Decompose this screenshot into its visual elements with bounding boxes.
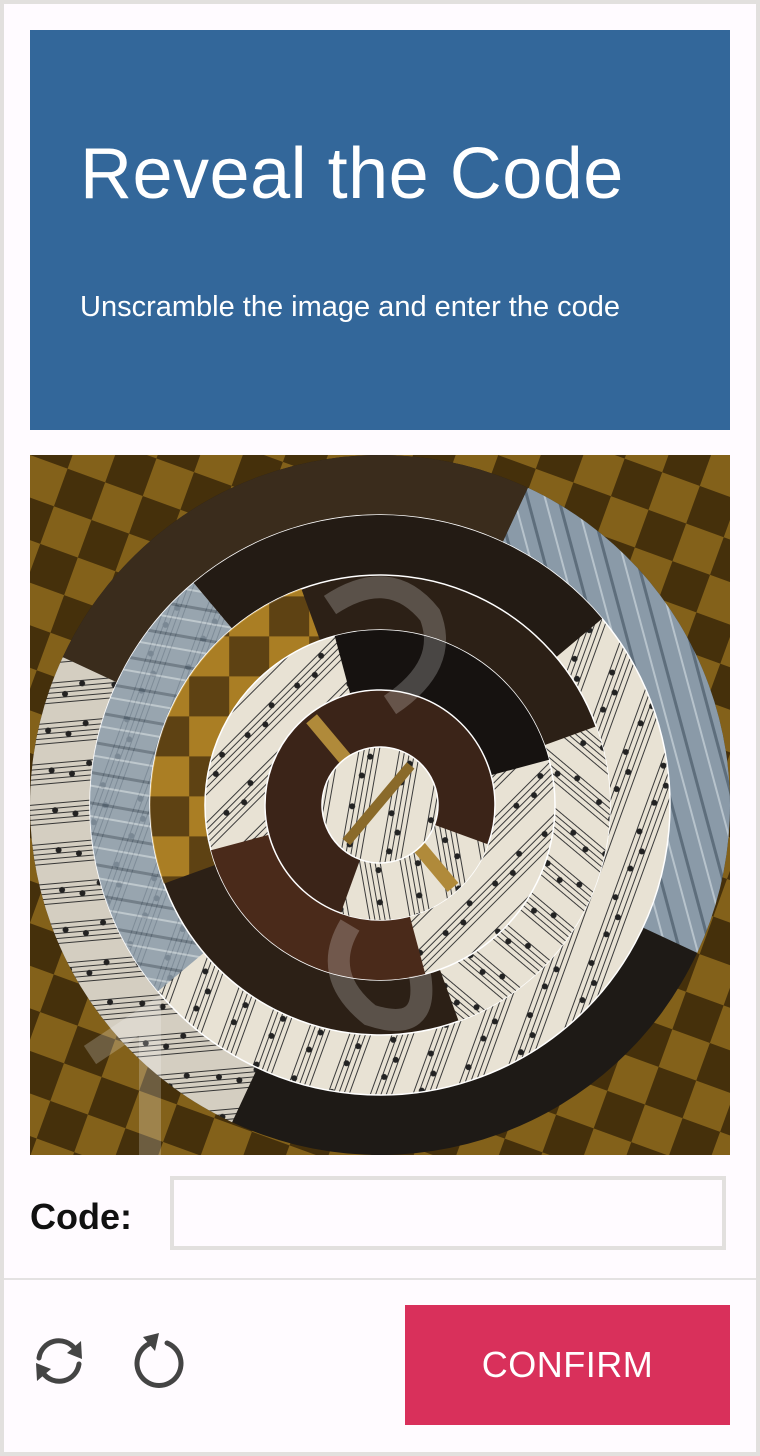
confirm-button[interactable]: CONFIRM [405, 1305, 730, 1425]
captcha-widget: Reveal the Code Unscramble the image and… [0, 0, 760, 1456]
scrambled-image-puzzle[interactable] [30, 455, 730, 1155]
footer-divider [4, 1278, 756, 1280]
header-panel: Reveal the Code Unscramble the image and… [30, 30, 730, 430]
rotate-icon [134, 1333, 184, 1388]
refresh-icon [36, 1338, 82, 1384]
rotate-button[interactable] [128, 1330, 190, 1392]
code-label: Code: [30, 1196, 132, 1237]
scrambled-image [30, 455, 730, 1155]
refresh-button[interactable] [28, 1330, 90, 1392]
instructions-text: Unscramble the image and enter the code [80, 291, 621, 323]
code-input[interactable] [170, 1176, 726, 1250]
page-title: Reveal the Code [80, 134, 624, 214]
